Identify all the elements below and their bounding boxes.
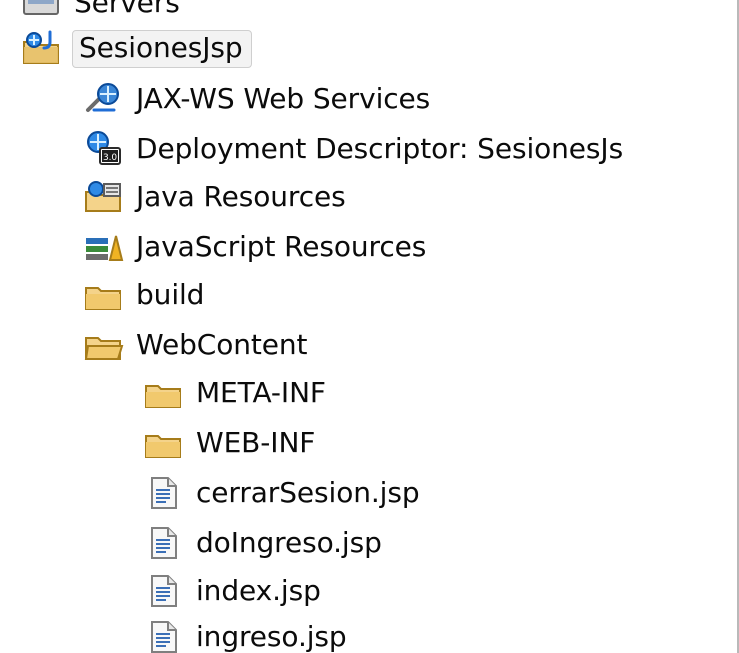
servers-icon: [23, 0, 59, 15]
tree-item-label: WebContent: [136, 327, 308, 361]
tree-item-label: JAX-WS Web Services: [136, 81, 431, 115]
tree-item-label: ingreso.jsp: [196, 619, 347, 653]
tree-item-label: build: [136, 277, 205, 311]
tree-item-meta-inf[interactable]: META-INF: [140, 370, 326, 416]
javascript-resources-icon: [86, 235, 124, 261]
jsp-file-icon: [151, 575, 177, 607]
tree-item-project-sesionesjsp[interactable]: SesionesJsp: [18, 26, 252, 72]
tree-item-label: Java Resources: [136, 179, 346, 213]
tree-item-cerrarsesion-jsp[interactable]: cerrarSesion.jsp: [140, 470, 420, 516]
folder-icon: [145, 435, 181, 458]
tree-item-label: index.jsp: [196, 573, 321, 607]
tree-item-label: Servers: [74, 0, 180, 19]
svg-text:3.0: 3.0: [103, 153, 117, 163]
project-explorer-tree: Servers SesionesJsp JAX-WS Web Services …: [0, 0, 739, 653]
tree-item-servers[interactable]: Servers: [18, 0, 180, 26]
tree-item-build[interactable]: build: [80, 272, 204, 318]
jsp-file-icon: [151, 527, 177, 559]
tree-item-index-jsp[interactable]: index.jsp: [140, 568, 321, 614]
tree-item-webcontent[interactable]: WebContent: [80, 322, 308, 368]
folder-open-icon: [84, 337, 124, 360]
tree-item-jax-ws-web-services[interactable]: JAX-WS Web Services: [80, 76, 430, 122]
tree-item-label: WEB-INF: [196, 425, 316, 459]
jsp-file-icon: [151, 477, 177, 509]
web-project-icon: [23, 30, 59, 64]
tree-item-web-inf[interactable]: WEB-INF: [140, 420, 315, 466]
tree-item-label: META-INF: [196, 375, 326, 409]
jsp-file-icon: [151, 621, 177, 653]
java-resources-icon: [85, 181, 121, 212]
tree-item-javascript-resources[interactable]: JavaScript Resources: [80, 224, 426, 270]
tree-item-ingreso-jsp[interactable]: ingreso.jsp: [140, 614, 347, 653]
tree-item-label: cerrarSesion.jsp: [196, 475, 420, 509]
tree-item-java-resources[interactable]: Java Resources: [80, 174, 346, 220]
tree-item-label: doIngreso.jsp: [196, 525, 382, 559]
tree-item-doingreso-jsp[interactable]: doIngreso.jsp: [140, 520, 382, 566]
tree-item-label: JavaScript Resources: [136, 229, 427, 263]
tree-item-label: SesionesJsp: [72, 30, 252, 68]
folder-icon: [85, 287, 121, 310]
jax-ws-services-icon: [86, 83, 119, 112]
tree-item-deployment-descriptor[interactable]: 3.0 Deployment Descriptor: SesionesJs: [80, 126, 623, 172]
deployment-descriptor-icon: 3.0: [87, 131, 121, 165]
tree-item-label: Deployment Descriptor: SesionesJs: [136, 131, 624, 165]
folder-icon: [145, 385, 181, 408]
